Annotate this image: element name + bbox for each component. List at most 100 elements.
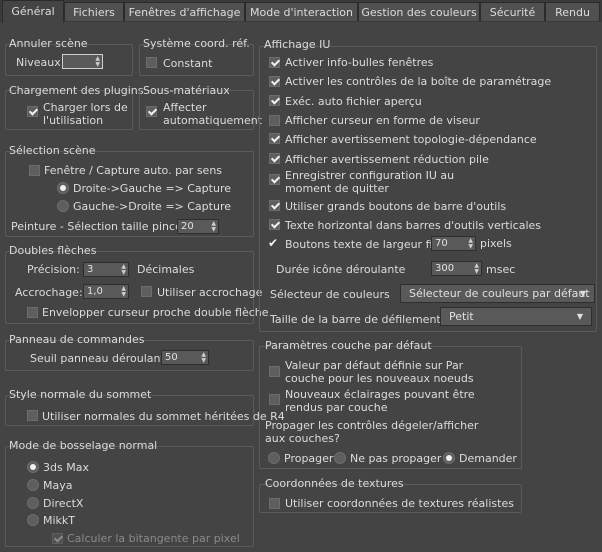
affecter-line1: Affecter [163, 101, 207, 114]
affichage-iu-title: Affichage IU [264, 38, 331, 51]
spinner-arrows-icon[interactable]: ▲ ▼ [121, 264, 126, 276]
propager-radio[interactable] [268, 452, 280, 464]
affecter-line2: automatiquement [163, 114, 263, 127]
valeur-line1: Valeur par défaut définie sur Par [285, 359, 464, 372]
accrochage-label: Accrochage: [15, 286, 83, 299]
ne-pas-propager-radio[interactable] [334, 452, 346, 464]
doubles-fleches-title: Doubles flèches [9, 244, 97, 257]
peinture-spinner[interactable]: 20 ▲ ▼ [177, 219, 219, 234]
droite-gauche-radio[interactable] [57, 182, 69, 194]
utiliser-accrochage-label: Utiliser accrochage [157, 286, 263, 299]
msec-label: msec [486, 263, 516, 276]
decimales-label: Décimales [137, 263, 195, 276]
reduction-pile-checkbox[interactable] [269, 153, 280, 164]
envelopper-checkbox[interactable] [27, 307, 38, 318]
nouveaux-eclairages-checkbox[interactable] [269, 394, 280, 405]
nouveaux-line1: Nouveaux éclairages pouvant être [285, 388, 475, 401]
duree-spinner[interactable]: 300 ▲ ▼ [431, 261, 482, 276]
couche-defaut-title: Paramètres couche par défaut [265, 339, 432, 352]
curseur-viseur-checkbox[interactable] [269, 115, 280, 126]
style-normale-title: Style normale du sommet [9, 388, 152, 401]
controles-boite-checkbox[interactable] [269, 76, 280, 87]
seuil-spinner[interactable]: 50 ▲ ▼ [161, 350, 209, 365]
largeur-value: 70 [435, 238, 448, 249]
precision-value: 3 [87, 264, 94, 275]
textures-realistes-checkbox[interactable] [269, 498, 280, 509]
tab-gestion-couleurs[interactable]: Gestion des couleurs [358, 2, 480, 21]
envelopper-label: Envelopper curseur proche double flèche [42, 306, 269, 319]
peinture-value: 20 [181, 221, 194, 232]
duree-icone-label: Durée icône déroulante [276, 263, 406, 276]
selection-scene-title: Sélection scène [9, 144, 96, 157]
largeur-spinner[interactable]: 70 ▲ ▼ [431, 236, 476, 251]
utiliser-accrochage-checkbox[interactable] [141, 286, 152, 297]
gauche-droite-radio[interactable] [57, 200, 69, 212]
seuil-label: Seuil panneau déroulant: [30, 352, 169, 365]
spinner-arrows-icon[interactable]: ▲ ▼ [211, 221, 216, 233]
fenetre-capture-checkbox[interactable] [29, 165, 40, 176]
panneau-commandes-title: Panneau de commandes [9, 333, 145, 346]
tab-fichiers[interactable]: Fichiers [64, 2, 124, 21]
constant-checkbox[interactable] [146, 57, 157, 68]
chevron-down-icon: ▼ [576, 312, 583, 321]
topologie-label: Afficher avertissement topologie-dépenda… [285, 133, 537, 146]
valeur-line2: couche pour les nouveaux noeuds [285, 372, 474, 385]
bosselage-3dsmax-label: 3ds Max [43, 461, 89, 474]
demander-radio[interactable] [443, 452, 455, 464]
texte-horizontal-label: Texte horizontal dans barres d'outils ve… [285, 219, 541, 232]
selecteur-couleurs-value: Sélecteur de couleurs par défaut [409, 287, 590, 300]
spinner-arrows-icon[interactable]: ▲ ▼ [121, 286, 126, 298]
tab-bar: Général Fichiers Fenêtres d'affichage Mo… [0, 0, 602, 23]
enregistrer-config-checkbox[interactable] [269, 174, 280, 185]
charger-utilisation-checkbox[interactable] [27, 106, 38, 117]
tab-securite[interactable]: Sécurité [480, 2, 545, 21]
bosselage-directx-radio[interactable] [27, 497, 39, 509]
coord-textures-title: Coordonnées de textures [265, 477, 404, 490]
largeur-fixe-check-icon[interactable]: ✔ [268, 236, 278, 250]
taille-barre-value: Petit [449, 310, 474, 323]
bosselage-maya-radio[interactable] [27, 479, 39, 491]
niveaux-spinner[interactable]: ▲ ▼ [62, 54, 103, 69]
bosselage-3dsmax-radio[interactable] [27, 461, 39, 473]
utiliser-normales-checkbox[interactable] [27, 410, 38, 421]
topologie-checkbox[interactable] [269, 133, 280, 144]
tab-fenetres-affichage[interactable]: Fenêtres d'affichage [124, 2, 245, 21]
bosselage-title: Mode de bosselage normal [9, 439, 158, 452]
charger-line2: l'utilisation [43, 114, 104, 127]
spinner-arrows-icon[interactable]: ▲ ▼ [468, 238, 473, 250]
precision-spinner[interactable]: 3 ▲ ▼ [83, 262, 129, 277]
grands-boutons-label: Utiliser grands boutons de barre d'outil… [285, 200, 507, 213]
tab-mode-interaction[interactable]: Mode d'interaction [245, 2, 358, 21]
plugins-title: Chargement des plugins [9, 84, 144, 97]
fenetre-capture-label: Fenêtre / Capture auto. par sens [44, 164, 223, 177]
utiliser-normales-label: Utiliser normales du sommet héritées de … [42, 410, 285, 423]
calculer-bitangente-checkbox[interactable] [52, 533, 63, 544]
taille-barre-dropdown[interactable]: Petit ▼ [440, 307, 592, 326]
valeur-par-couche-checkbox[interactable] [269, 366, 280, 377]
niveaux-label: Niveaux: [16, 56, 65, 69]
spinner-arrows-icon[interactable]: ▲ ▼ [95, 56, 100, 68]
texte-horizontal-checkbox[interactable] [269, 219, 280, 230]
tab-rendu[interactable]: Rendu [545, 2, 600, 21]
nouveaux-line2: rendus par couche [285, 401, 388, 414]
bosselage-maya-label: Maya [43, 479, 73, 492]
accrochage-spinner[interactable]: 1,0 ▲ ▼ [83, 284, 129, 299]
bosselage-mikkt-radio[interactable] [27, 514, 39, 526]
tab-general[interactable]: Général [2, 0, 64, 23]
exec-auto-checkbox[interactable] [269, 95, 280, 106]
droite-gauche-label: Droite->Gauche => Capture [73, 182, 231, 195]
largeur-fixe-label: Boutons texte de largeur fixe [285, 238, 446, 251]
selecteur-couleurs-dropdown[interactable]: Sélecteur de couleurs par défaut ▼ [400, 284, 595, 303]
systeme-coord-title: Système coord. réf. [143, 37, 250, 50]
info-bulles-checkbox[interactable] [269, 57, 280, 68]
grands-boutons-checkbox[interactable] [269, 200, 280, 211]
gauche-droite-label: Gauche->Droite => Capture [73, 200, 231, 213]
spinner-arrows-icon[interactable]: ▲ ▼ [474, 263, 479, 275]
accrochage-value: 1,0 [87, 286, 103, 297]
propager-question-line1: Propager les contrôles dégeler/afficher [265, 419, 479, 432]
pixels-label: pixels [480, 237, 512, 250]
sous-materiaux-title: Sous-matériaux [143, 84, 230, 97]
affecter-auto-checkbox[interactable] [146, 106, 157, 117]
info-bulles-label: Activer info-bulles fenêtres [285, 56, 434, 69]
spinner-arrows-icon[interactable]: ▲ ▼ [201, 352, 206, 364]
